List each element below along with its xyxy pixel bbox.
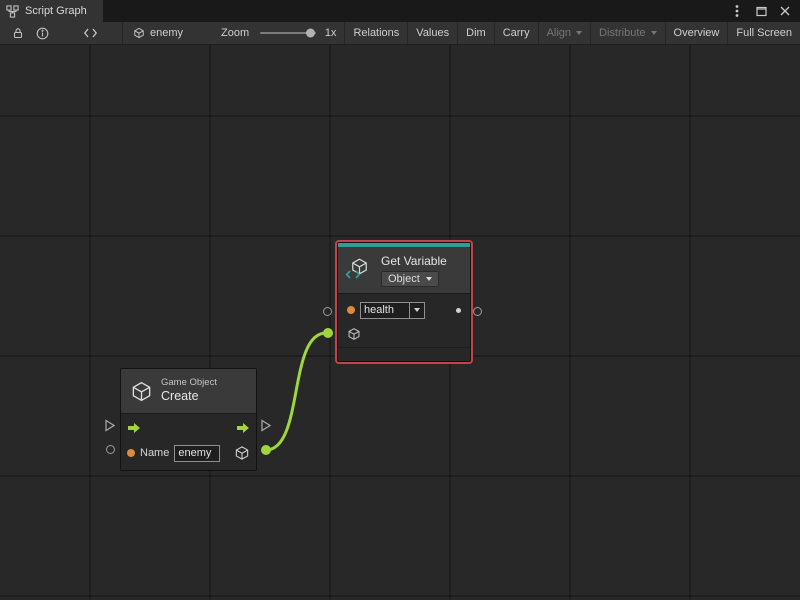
code-icon[interactable] [77, 22, 104, 44]
variable-name-input-port[interactable] [323, 307, 332, 316]
connection-wire[interactable] [266, 333, 326, 450]
cube-icon [133, 27, 145, 39]
variable-scope-dropdown[interactable]: Object [381, 271, 439, 287]
zoom-label: Zoom [193, 27, 253, 39]
tab-title: Script Graph [25, 5, 87, 17]
node-title: Create [161, 389, 217, 403]
node-get-variable[interactable]: Get Variable Object [337, 242, 471, 362]
cube-icon [130, 380, 153, 403]
cube-icon [234, 445, 250, 461]
zoom-value: 1x [323, 27, 345, 39]
flow-output-arrow-icon[interactable] [236, 422, 250, 434]
caret-down-icon [426, 277, 432, 281]
variable-value-output-port[interactable] [473, 307, 482, 316]
tab-script-graph[interactable]: Script Graph [0, 0, 103, 22]
graph-canvas[interactable]: Game Object Create Name [0, 45, 800, 600]
maximize-icon[interactable] [754, 4, 768, 18]
flow-input-port[interactable] [105, 419, 115, 432]
variable-cube-icon [347, 257, 373, 283]
caret-down-icon [414, 308, 420, 312]
cube-icon [347, 327, 361, 341]
info-icon[interactable] [30, 22, 55, 44]
relations-button[interactable]: Relations [345, 22, 407, 44]
fullscreen-button[interactable]: Full Screen [728, 22, 800, 44]
node-header[interactable]: Game Object Create [121, 369, 256, 413]
node-title: Get Variable [381, 254, 447, 268]
zoom-slider[interactable] [260, 32, 316, 34]
lock-icon[interactable] [6, 22, 30, 44]
object-input-port-connected[interactable] [323, 328, 333, 338]
align-button[interactable]: Align [539, 22, 590, 44]
flow-input-arrow-icon[interactable] [127, 422, 141, 434]
value-port-dot[interactable] [347, 306, 355, 314]
variable-name-input[interactable] [360, 302, 410, 319]
caret-down-icon [651, 31, 657, 35]
graph-toolbar: enemy Zoom 1x Relations Values Dim Carry… [0, 22, 800, 45]
dim-button[interactable]: Dim [458, 22, 494, 44]
graph-icon [6, 5, 19, 18]
node-category: Game Object [161, 378, 217, 389]
title-bar: Script Graph [0, 0, 800, 22]
caret-down-icon [576, 31, 582, 35]
code-angle-icon [345, 266, 361, 284]
node-game-object-create[interactable]: Game Object Create Name [120, 368, 257, 471]
name-input-port[interactable] [106, 445, 115, 454]
node-header[interactable]: Get Variable Object [338, 247, 470, 293]
carry-button[interactable]: Carry [495, 22, 538, 44]
overview-button[interactable]: Overview [666, 22, 728, 44]
graph-context[interactable]: enemy [123, 22, 193, 44]
flow-output-port[interactable] [261, 419, 271, 432]
kebab-menu-icon[interactable] [730, 4, 744, 18]
zoom-slider-knob[interactable] [306, 29, 315, 38]
toolbar-buttons: Relations Values Dim Carry Align Distrib… [344, 22, 800, 44]
variable-name-dropdown-button[interactable] [409, 302, 425, 319]
distribute-button[interactable]: Distribute [591, 22, 664, 44]
output-port-dot[interactable] [456, 308, 461, 313]
values-button[interactable]: Values [408, 22, 457, 44]
name-port-label: Name [140, 447, 169, 459]
graph-context-label: enemy [150, 27, 183, 39]
value-port-dot[interactable] [127, 449, 135, 457]
gameobject-output-port-connected[interactable] [261, 445, 271, 455]
name-input[interactable] [174, 445, 220, 462]
close-icon[interactable] [778, 4, 792, 18]
node-footer [338, 347, 470, 357]
